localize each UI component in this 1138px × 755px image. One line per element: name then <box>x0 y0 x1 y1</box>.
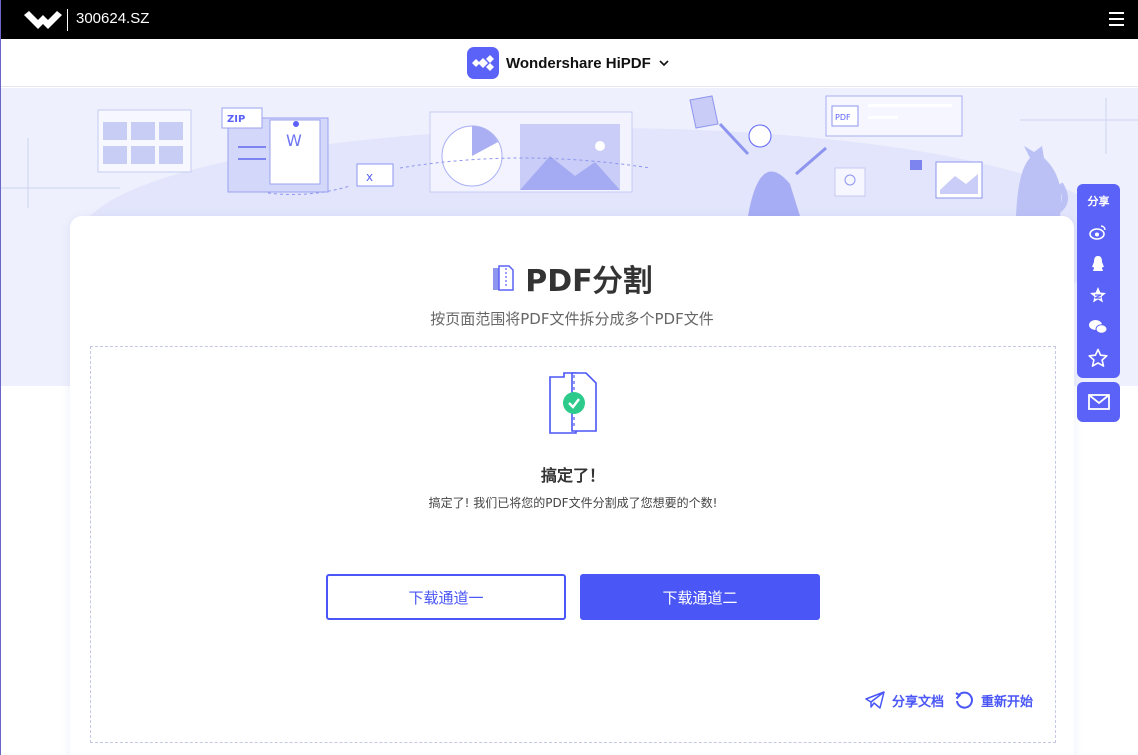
restart-icon <box>955 691 973 709</box>
success-description: 搞定了! 我们已将您的PDF文件分割成了您想要的个数! <box>428 496 718 510</box>
product-switcher[interactable]: Wondershare HiPDF <box>467 47 669 79</box>
share-panel-title: 分享 <box>1087 195 1110 208</box>
page-title: PDF分割 <box>525 264 653 299</box>
download-channel-one-button[interactable]: 下载通道一 <box>326 574 566 620</box>
page-subtitle: 按页面范围将PDF文件拆分成多个PDF文件 <box>430 310 714 328</box>
svg-text:x: x <box>366 170 373 184</box>
restart-button[interactable]: 重新开始 <box>954 690 1033 710</box>
stock-ticker: 300624.SZ <box>76 10 150 27</box>
result-actions: 分享文档 重新开始 <box>865 690 1033 710</box>
restart-label: 重新开始 <box>980 694 1033 710</box>
hipdf-logo-icon <box>467 47 499 79</box>
hamburger-menu-icon[interactable] <box>1109 12 1124 26</box>
window-edge <box>0 0 1 755</box>
tool-header: PDF分割 <box>70 256 1074 300</box>
word-badge: W <box>286 131 302 150</box>
share-document-button[interactable]: 分享文档 <box>865 691 944 710</box>
pdf-split-icon <box>493 265 515 291</box>
wondershare-logo-icon[interactable] <box>24 11 62 29</box>
pdf-badge: PDF <box>835 113 851 122</box>
share-panel: 分享 <box>1077 184 1120 378</box>
brand-bar: Wondershare HiPDF <box>0 39 1138 87</box>
split-result-card: PDF分割 按页面范围将PDF文件拆分成多个PDF文件 搞定了！ 搞定了! 我们… <box>70 216 1074 755</box>
top-bar: 300624.SZ <box>0 0 1138 39</box>
qq-icon[interactable] <box>1088 254 1108 274</box>
download-channel-two-button[interactable]: 下载通道二 <box>580 574 820 620</box>
divider <box>67 9 68 31</box>
product-name: Wondershare HiPDF <box>506 54 651 72</box>
qzone-icon[interactable] <box>1088 285 1108 305</box>
paper-plane-icon <box>865 691 885 709</box>
favorite-star-icon[interactable] <box>1088 348 1108 368</box>
split-document-success-icon <box>549 372 597 434</box>
mail-icon[interactable] <box>1077 382 1120 422</box>
weibo-icon[interactable] <box>1088 222 1108 242</box>
zip-badge: ZIP <box>227 114 245 125</box>
chevron-down-icon <box>659 60 669 66</box>
wechat-icon[interactable] <box>1088 317 1108 337</box>
result-area: 搞定了！ 搞定了! 我们已将您的PDF文件分割成了您想要的个数! 下载通道一 下… <box>90 346 1056 743</box>
share-document-label: 分享文档 <box>891 694 944 710</box>
success-title: 搞定了！ <box>540 466 605 485</box>
